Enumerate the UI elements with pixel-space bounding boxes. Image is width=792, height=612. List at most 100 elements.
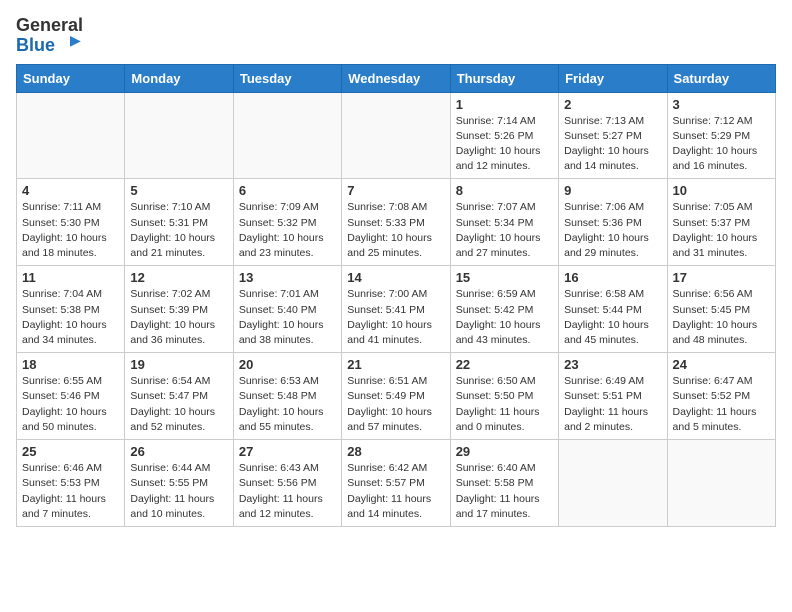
- calendar-day-cell: 3 Sunrise: 7:12 AM Sunset: 5:29 PM Daylig…: [667, 92, 775, 179]
- day-number: 6: [239, 183, 336, 198]
- calendar-day-cell: [667, 440, 775, 527]
- day-number: 13: [239, 270, 336, 285]
- day-info: Sunrise: 6:49 AM Sunset: 5:51 PM Dayligh…: [564, 374, 661, 435]
- weekday-header-cell: Sunday: [17, 64, 125, 92]
- weekday-header-cell: Friday: [559, 64, 667, 92]
- calendar-day-cell: 4 Sunrise: 7:11 AM Sunset: 5:30 PM Daylig…: [17, 179, 125, 266]
- calendar-day-cell: [342, 92, 450, 179]
- day-number: 25: [22, 444, 119, 459]
- weekday-header-cell: Thursday: [450, 64, 558, 92]
- calendar-day-cell: 5Sunrise: 7:10 AM Sunset: 5:31 PM Daylig…: [125, 179, 233, 266]
- calendar-day-cell: 18 Sunrise: 6:55 AM Sunset: 5:46 PM Dayli…: [17, 353, 125, 440]
- calendar-day-cell: 22Sunrise: 6:50 AM Sunset: 5:50 PM Dayli…: [450, 353, 558, 440]
- calendar-day-cell: 1 Sunrise: 7:14 AM Sunset: 5:26 PM Daylig…: [450, 92, 558, 179]
- day-info: Sunrise: 6:58 AM Sunset: 5:44 PM Dayligh…: [564, 287, 661, 348]
- weekday-header-row: SundayMondayTuesdayWednesdayThursdayFrid…: [17, 64, 776, 92]
- calendar-day-cell: 8Sunrise: 7:07 AM Sunset: 5:34 PM Daylig…: [450, 179, 558, 266]
- day-info: Sunrise: 7:06 AM Sunset: 5:36 PM Dayligh…: [564, 200, 661, 261]
- day-number: 12: [130, 270, 227, 285]
- day-number: 14: [347, 270, 444, 285]
- weekday-header-cell: Wednesday: [342, 64, 450, 92]
- day-number: 18: [22, 357, 119, 372]
- calendar-day-cell: 9 Sunrise: 7:06 AM Sunset: 5:36 PM Daylig…: [559, 179, 667, 266]
- day-number: 1: [456, 97, 553, 112]
- day-info: Sunrise: 6:56 AM Sunset: 5:45 PM Dayligh…: [673, 287, 770, 348]
- day-info: Sunrise: 7:09 AM Sunset: 5:32 PM Dayligh…: [239, 200, 336, 261]
- day-info: Sunrise: 7:04 AM Sunset: 5:38 PM Dayligh…: [22, 287, 119, 348]
- day-info: Sunrise: 6:50 AM Sunset: 5:50 PM Dayligh…: [456, 374, 553, 435]
- calendar-day-cell: 23Sunrise: 6:49 AM Sunset: 5:51 PM Dayli…: [559, 353, 667, 440]
- weekday-header-cell: Monday: [125, 64, 233, 92]
- calendar-day-cell: 7Sunrise: 7:08 AM Sunset: 5:33 PM Daylig…: [342, 179, 450, 266]
- logo[interactable]: General Blue: [16, 16, 83, 56]
- day-info: Sunrise: 7:13 AM Sunset: 5:27 PM Dayligh…: [564, 114, 661, 175]
- calendar-day-cell: 17 Sunrise: 6:56 AM Sunset: 5:45 PM Dayli…: [667, 266, 775, 353]
- day-number: 27: [239, 444, 336, 459]
- day-info: Sunrise: 7:07 AM Sunset: 5:34 PM Dayligh…: [456, 200, 553, 261]
- calendar-day-cell: 20Sunrise: 6:53 AM Sunset: 5:48 PM Dayli…: [233, 353, 341, 440]
- calendar-day-cell: 24 Sunrise: 6:47 AM Sunset: 5:52 PM Dayli…: [667, 353, 775, 440]
- logo-blue: Blue: [16, 36, 83, 56]
- day-info: Sunrise: 7:12 AM Sunset: 5:29 PM Dayligh…: [673, 114, 770, 175]
- day-number: 17: [673, 270, 770, 285]
- calendar-body: 1 Sunrise: 7:14 AM Sunset: 5:26 PM Daylig…: [17, 92, 776, 526]
- day-number: 26: [130, 444, 227, 459]
- day-number: 10: [673, 183, 770, 198]
- calendar-week-row: 25 Sunrise: 6:46 AM Sunset: 5:53 PM Dayli…: [17, 440, 776, 527]
- day-info: Sunrise: 7:01 AM Sunset: 5:40 PM Dayligh…: [239, 287, 336, 348]
- day-number: 20: [239, 357, 336, 372]
- calendar-table: SundayMondayTuesdayWednesdayThursdayFrid…: [16, 64, 776, 527]
- calendar-week-row: 4 Sunrise: 7:11 AM Sunset: 5:30 PM Daylig…: [17, 179, 776, 266]
- day-number: 2: [564, 97, 661, 112]
- day-number: 29: [456, 444, 553, 459]
- day-info: Sunrise: 6:43 AM Sunset: 5:56 PM Dayligh…: [239, 461, 336, 522]
- day-info: Sunrise: 7:05 AM Sunset: 5:37 PM Dayligh…: [673, 200, 770, 261]
- page-header: General Blue: [16, 16, 776, 56]
- day-number: 9: [564, 183, 661, 198]
- day-number: 19: [130, 357, 227, 372]
- calendar-day-cell: 12Sunrise: 7:02 AM Sunset: 5:39 PM Dayli…: [125, 266, 233, 353]
- day-info: Sunrise: 6:40 AM Sunset: 5:58 PM Dayligh…: [456, 461, 553, 522]
- day-info: Sunrise: 6:51 AM Sunset: 5:49 PM Dayligh…: [347, 374, 444, 435]
- day-info: Sunrise: 6:55 AM Sunset: 5:46 PM Dayligh…: [22, 374, 119, 435]
- calendar-day-cell: 26 Sunrise: 6:44 AM Sunset: 5:55 PM Dayli…: [125, 440, 233, 527]
- calendar-day-cell: [125, 92, 233, 179]
- calendar-day-cell: 2 Sunrise: 7:13 AM Sunset: 5:27 PM Daylig…: [559, 92, 667, 179]
- day-info: Sunrise: 6:46 AM Sunset: 5:53 PM Dayligh…: [22, 461, 119, 522]
- day-number: 4: [22, 183, 119, 198]
- calendar-week-row: 1 Sunrise: 7:14 AM Sunset: 5:26 PM Daylig…: [17, 92, 776, 179]
- calendar-day-cell: 19 Sunrise: 6:54 AM Sunset: 5:47 PM Dayli…: [125, 353, 233, 440]
- calendar-day-cell: 6 Sunrise: 7:09 AM Sunset: 5:32 PM Daylig…: [233, 179, 341, 266]
- calendar-week-row: 11 Sunrise: 7:04 AM Sunset: 5:38 PM Dayli…: [17, 266, 776, 353]
- day-number: 3: [673, 97, 770, 112]
- weekday-header-cell: Tuesday: [233, 64, 341, 92]
- calendar-day-cell: 25 Sunrise: 6:46 AM Sunset: 5:53 PM Dayli…: [17, 440, 125, 527]
- calendar-day-cell: 29 Sunrise: 6:40 AM Sunset: 5:58 PM Dayli…: [450, 440, 558, 527]
- day-info: Sunrise: 7:10 AM Sunset: 5:31 PM Dayligh…: [130, 200, 227, 261]
- calendar-day-cell: 10 Sunrise: 7:05 AM Sunset: 5:37 PM Dayli…: [667, 179, 775, 266]
- day-info: Sunrise: 6:47 AM Sunset: 5:52 PM Dayligh…: [673, 374, 770, 435]
- day-number: 11: [22, 270, 119, 285]
- calendar-day-cell: [233, 92, 341, 179]
- day-info: Sunrise: 7:11 AM Sunset: 5:30 PM Dayligh…: [22, 200, 119, 261]
- day-info: Sunrise: 6:54 AM Sunset: 5:47 PM Dayligh…: [130, 374, 227, 435]
- calendar-day-cell: 15 Sunrise: 6:59 AM Sunset: 5:42 PM Dayli…: [450, 266, 558, 353]
- weekday-header-cell: Saturday: [667, 64, 775, 92]
- day-number: 16: [564, 270, 661, 285]
- calendar-day-cell: 27 Sunrise: 6:43 AM Sunset: 5:56 PM Dayli…: [233, 440, 341, 527]
- day-info: Sunrise: 6:59 AM Sunset: 5:42 PM Dayligh…: [456, 287, 553, 348]
- calendar-day-cell: 21Sunrise: 6:51 AM Sunset: 5:49 PM Dayli…: [342, 353, 450, 440]
- calendar-day-cell: 28 Sunrise: 6:42 AM Sunset: 5:57 PM Dayli…: [342, 440, 450, 527]
- day-number: 24: [673, 357, 770, 372]
- day-number: 15: [456, 270, 553, 285]
- day-number: 7: [347, 183, 444, 198]
- calendar-day-cell: 14 Sunrise: 7:00 AM Sunset: 5:41 PM Dayli…: [342, 266, 450, 353]
- calendar-day-cell: [17, 92, 125, 179]
- day-info: Sunrise: 7:00 AM Sunset: 5:41 PM Dayligh…: [347, 287, 444, 348]
- day-info: Sunrise: 6:42 AM Sunset: 5:57 PM Dayligh…: [347, 461, 444, 522]
- day-info: Sunrise: 7:14 AM Sunset: 5:26 PM Dayligh…: [456, 114, 553, 175]
- calendar-week-row: 18 Sunrise: 6:55 AM Sunset: 5:46 PM Dayli…: [17, 353, 776, 440]
- calendar-day-cell: 16 Sunrise: 6:58 AM Sunset: 5:44 PM Dayli…: [559, 266, 667, 353]
- day-info: Sunrise: 6:44 AM Sunset: 5:55 PM Dayligh…: [130, 461, 227, 522]
- day-number: 28: [347, 444, 444, 459]
